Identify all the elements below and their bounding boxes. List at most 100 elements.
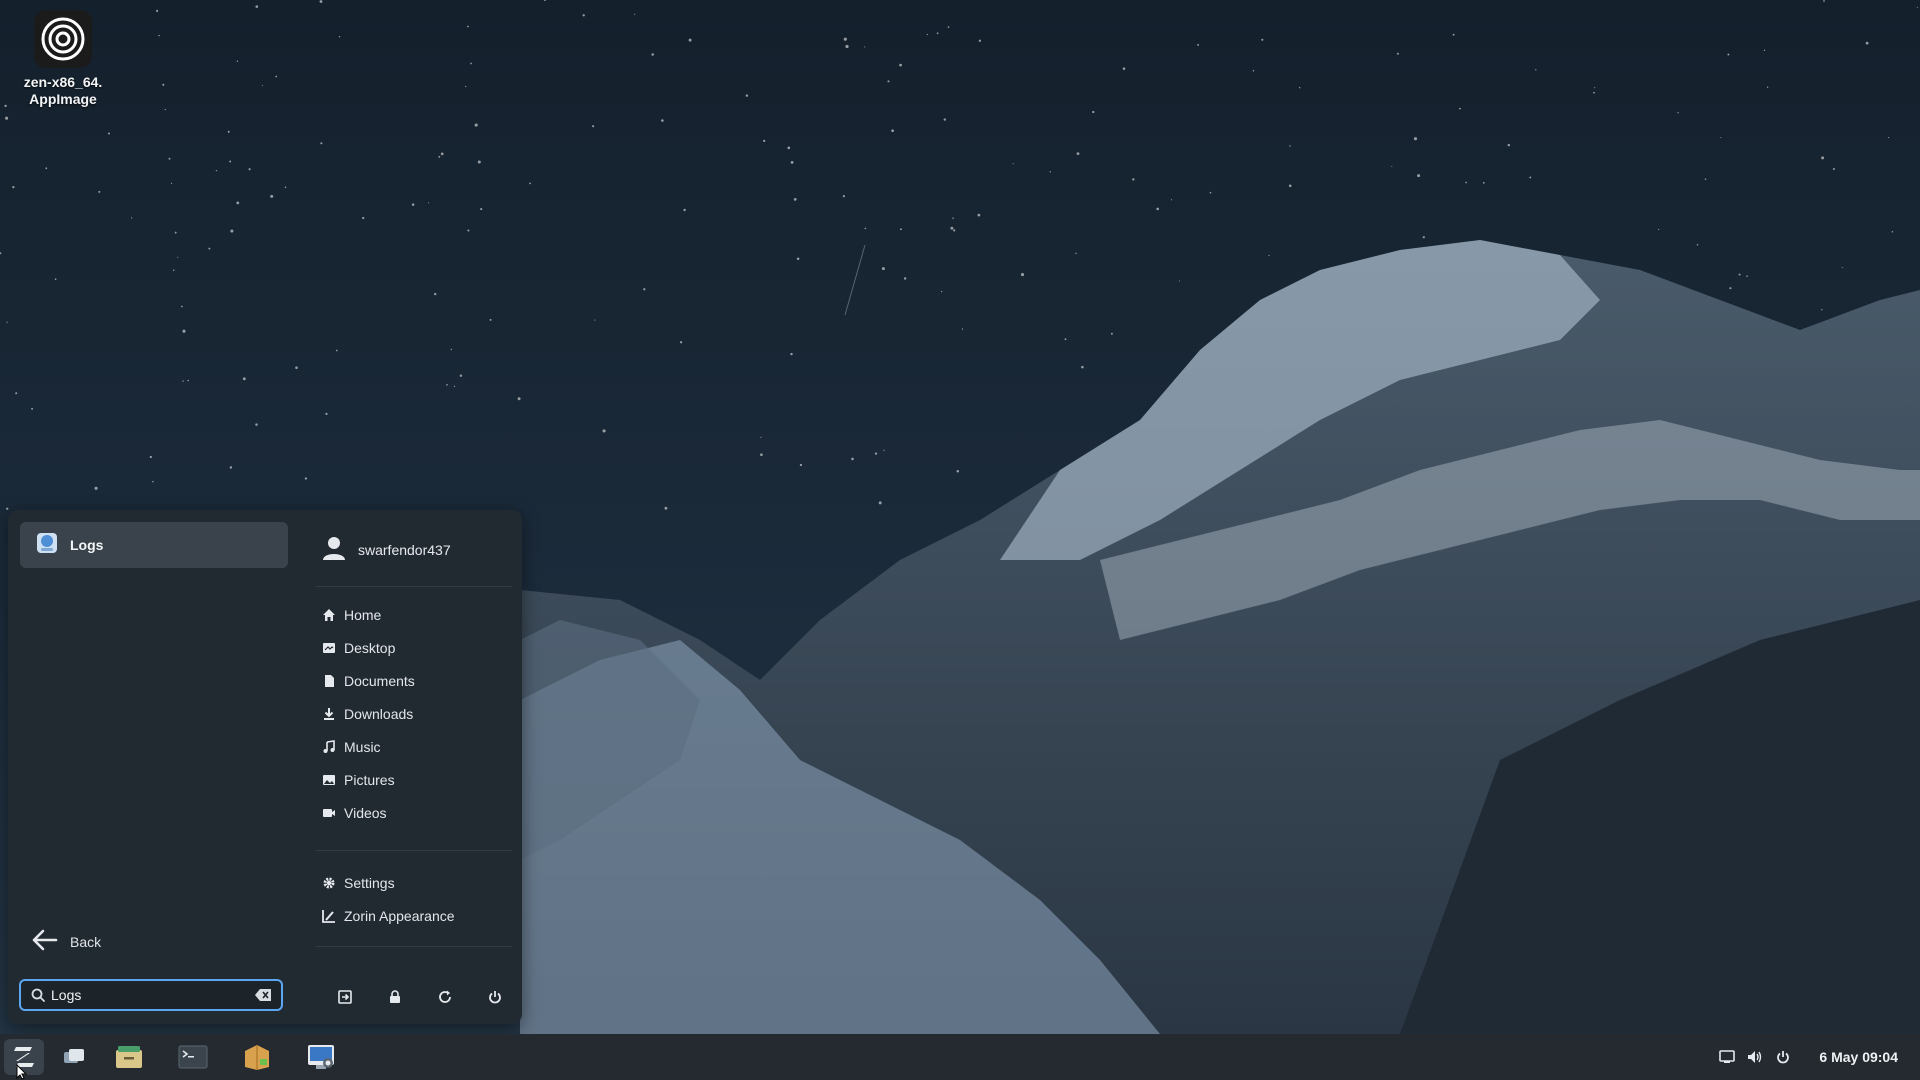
search-result-logs[interactable]: Logs	[20, 522, 288, 568]
star	[953, 229, 956, 232]
display-indicator[interactable]	[1713, 1034, 1741, 1080]
star	[956, 470, 960, 473]
desktop-appimage-icon[interactable]: zen-x86_64. AppImage	[14, 10, 112, 108]
star	[594, 319, 596, 321]
star	[236, 60, 239, 62]
star	[634, 13, 636, 15]
workspaces-button[interactable]	[54, 1039, 94, 1075]
star	[529, 182, 531, 185]
star	[107, 132, 111, 135]
star	[162, 83, 165, 86]
star	[1593, 91, 1595, 94]
software-store-button[interactable]	[237, 1039, 277, 1075]
appearance-icon	[322, 909, 335, 923]
star	[1417, 174, 1421, 178]
star	[1763, 49, 1766, 52]
user-name: swarfendor437	[358, 542, 451, 558]
search-field[interactable]	[19, 979, 283, 1011]
star	[787, 146, 791, 150]
star	[891, 129, 894, 133]
star	[230, 229, 234, 233]
star	[172, 269, 175, 271]
star	[978, 39, 982, 42]
place-downloads[interactable]: Downloads	[322, 697, 415, 730]
star	[1841, 266, 1843, 269]
place-documents[interactable]: Documents	[322, 664, 415, 697]
logout-button[interactable]	[328, 980, 362, 1014]
place-label: Downloads	[344, 705, 414, 722]
place-pictures[interactable]: Pictures	[322, 763, 415, 796]
star	[1076, 152, 1080, 155]
star	[688, 38, 692, 42]
star	[1396, 52, 1399, 55]
session-buttons	[320, 980, 520, 1014]
star	[242, 377, 246, 381]
star	[152, 480, 154, 483]
clock[interactable]: 6 May 09:04	[1819, 1049, 1898, 1065]
back-button[interactable]: Back	[32, 926, 101, 958]
star	[899, 63, 902, 67]
star	[1821, 309, 1823, 311]
star	[467, 25, 469, 28]
settings-item[interactable]: Settings	[322, 866, 455, 899]
start-menu: Logs Back swarfendor437 Home Desktop	[8, 510, 522, 1024]
star	[899, 228, 902, 231]
star	[1729, 287, 1732, 290]
star	[158, 34, 160, 37]
clear-search-icon[interactable]	[255, 989, 271, 1001]
place-desktop[interactable]: Desktop	[322, 631, 415, 664]
star	[1049, 171, 1051, 173]
power-indicator[interactable]	[1769, 1034, 1797, 1080]
pictures-icon	[323, 774, 335, 785]
star	[229, 160, 232, 163]
user-account-button[interactable]: swarfendor437	[322, 530, 451, 570]
star	[1594, 87, 1596, 89]
star	[304, 477, 308, 480]
restart-button[interactable]	[428, 980, 462, 1014]
star	[940, 290, 943, 293]
star	[446, 383, 448, 386]
star	[1261, 38, 1264, 41]
place-music[interactable]: Music	[322, 730, 415, 763]
star	[229, 466, 233, 469]
zorin-appearance-label: Zorin Appearance	[344, 907, 455, 924]
place-home[interactable]: Home	[322, 598, 415, 631]
search-result-label: Logs	[70, 537, 104, 553]
power-off-button[interactable]	[478, 980, 512, 1014]
star	[1197, 43, 1200, 46]
user-icon	[322, 535, 346, 566]
star	[45, 167, 48, 170]
star	[489, 318, 492, 321]
music-icon	[323, 739, 335, 753]
star	[174, 231, 177, 234]
place-label: Pictures	[344, 771, 395, 788]
star	[1209, 191, 1212, 194]
star	[760, 453, 763, 457]
star	[643, 288, 646, 291]
star	[177, 256, 179, 258]
taskbar: 6 May 09:04	[0, 1034, 1920, 1080]
software-store-icon	[245, 1045, 269, 1070]
volume-indicator[interactable]	[1741, 1034, 1769, 1080]
star	[763, 139, 766, 143]
restart-icon	[439, 990, 451, 1003]
star	[275, 75, 278, 78]
terminal-button[interactable]	[173, 1039, 213, 1075]
search-input[interactable]	[45, 987, 255, 1003]
star	[1081, 365, 1084, 369]
star	[261, 85, 263, 87]
star	[12, 185, 15, 189]
star	[182, 329, 186, 333]
star	[156, 9, 159, 12]
screenshot-tool-button[interactable]	[301, 1039, 341, 1075]
lock-button[interactable]	[378, 980, 412, 1014]
star	[6, 507, 9, 510]
star	[284, 186, 287, 189]
star	[470, 62, 472, 65]
files-button[interactable]	[109, 1039, 149, 1075]
star	[952, 217, 954, 219]
zorin-appearance-item[interactable]: Zorin Appearance	[322, 899, 455, 932]
star	[1020, 273, 1025, 277]
place-videos[interactable]: Videos	[322, 796, 415, 829]
star	[1720, 136, 1722, 139]
